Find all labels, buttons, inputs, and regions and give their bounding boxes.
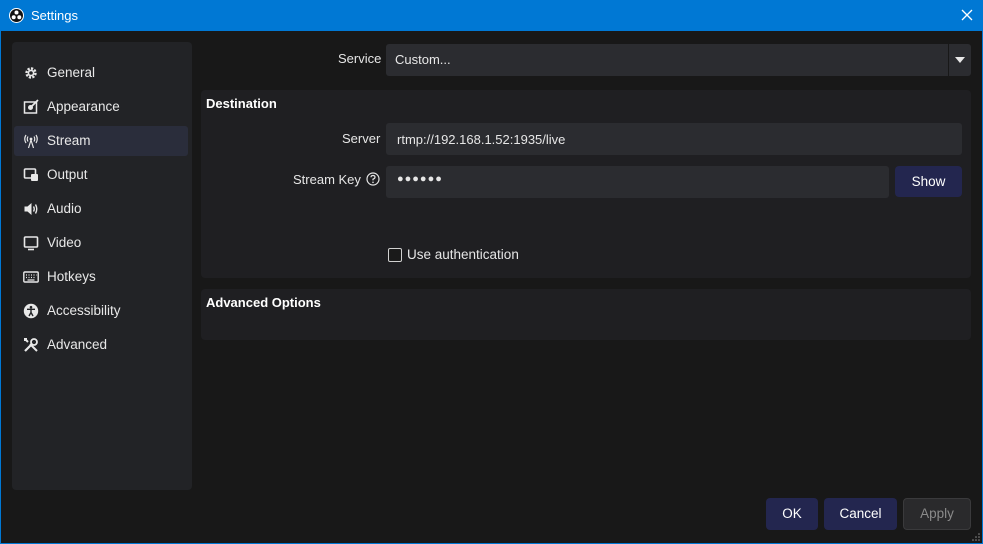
speaker-icon <box>24 203 38 215</box>
close-icon <box>961 9 973 21</box>
destination-title: Destination <box>206 96 277 111</box>
monitor-icon <box>23 236 39 251</box>
sidebar-item-label: Stream <box>47 133 91 148</box>
close-button[interactable] <box>951 0 983 31</box>
stream-key-value: ●●●●●● <box>397 173 443 185</box>
sidebar-item-label: Output <box>47 167 88 182</box>
sidebar-item-stream[interactable]: Stream <box>14 126 188 156</box>
obs-logo-icon <box>9 8 24 23</box>
advanced-options-title: Advanced Options <box>206 295 321 310</box>
sidebar-item-label: General <box>47 65 96 80</box>
server-value: rtmp://192.168.1.52:1935/live <box>397 132 566 147</box>
output-icon <box>23 168 38 181</box>
sidebar-item-accessibility[interactable]: Accessibility <box>14 296 188 326</box>
sidebar-item-label: Audio <box>47 201 82 216</box>
chevron-down-icon <box>955 57 965 63</box>
settings-window: Settings General Appearance Stream Outpu… <box>0 0 983 544</box>
use-authentication-checkbox[interactable] <box>388 248 402 262</box>
stream-key-input[interactable]: ●●●●●● <box>386 166 889 198</box>
service-value: Custom... <box>395 52 451 67</box>
window-title: Settings <box>31 8 78 23</box>
dropdown-divider <box>948 44 949 76</box>
use-authentication-label[interactable]: Use authentication <box>407 247 519 262</box>
antenna-icon <box>24 134 38 149</box>
advanced-options-group: Advanced Options <box>201 289 971 340</box>
resize-grip-icon[interactable] <box>972 533 980 541</box>
help-icon[interactable] <box>366 172 380 186</box>
sidebar-item-hotkeys[interactable]: Hotkeys <box>14 262 188 292</box>
sidebar-item-general[interactable]: General <box>14 58 188 88</box>
sidebar-item-label: Hotkeys <box>47 269 96 284</box>
gear-icon <box>25 67 37 79</box>
tools-icon <box>24 338 38 352</box>
appearance-icon <box>23 99 39 114</box>
sidebar-item-audio[interactable]: Audio <box>14 194 188 224</box>
show-key-button[interactable]: Show <box>895 166 962 197</box>
ok-button[interactable]: OK <box>766 498 818 530</box>
service-label: Service <box>338 51 382 66</box>
service-dropdown[interactable]: Custom... <box>386 44 971 76</box>
keyboard-icon <box>23 271 39 283</box>
settings-sidebar: General Appearance Stream Output Audio V… <box>12 42 192 490</box>
client-area: General Appearance Stream Output Audio V… <box>1 31 982 543</box>
sidebar-item-label: Video <box>47 235 82 250</box>
cancel-button[interactable]: Cancel <box>824 498 897 530</box>
sidebar-item-label: Appearance <box>47 99 120 114</box>
sidebar-item-output[interactable]: Output <box>14 160 188 190</box>
stream-key-label: Stream Key <box>293 172 361 187</box>
accessibility-icon <box>23 303 39 319</box>
sidebar-item-appearance[interactable]: Appearance <box>14 92 188 122</box>
apply-button[interactable]: Apply <box>903 498 971 530</box>
title-bar: Settings <box>0 0 983 31</box>
server-input[interactable]: rtmp://192.168.1.52:1935/live <box>386 123 962 155</box>
sidebar-item-label: Advanced <box>47 337 108 352</box>
sidebar-item-video[interactable]: Video <box>14 228 188 258</box>
sidebar-item-label: Accessibility <box>47 303 121 318</box>
server-label: Server <box>342 131 381 146</box>
sidebar-item-advanced[interactable]: Advanced <box>14 330 188 360</box>
